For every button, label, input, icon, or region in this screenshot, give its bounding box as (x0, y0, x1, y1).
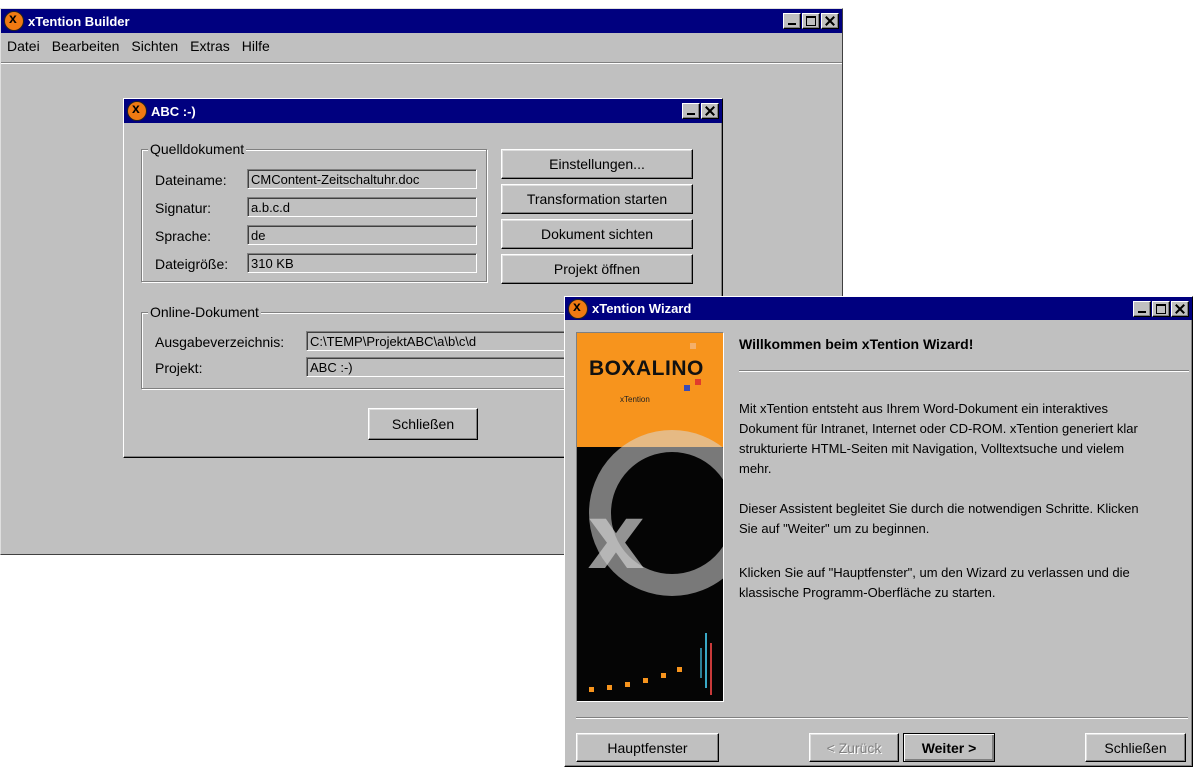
wizard-title: xTention Wizard (592, 301, 692, 316)
menu-extras[interactable]: Extras (184, 38, 236, 54)
main-window-button[interactable]: Hauptfenster (576, 733, 719, 762)
project-field[interactable]: ABC :-) (306, 357, 606, 377)
wizard-close-button[interactable]: Schließen (1085, 733, 1186, 762)
source-document-group: Quelldokument Dateiname: CMContent-Zeits… (141, 141, 487, 282)
settings-button[interactable]: Einstellungen... (501, 149, 693, 179)
abc-titlebar[interactable]: ABC :-) (124, 99, 722, 123)
svg-text:x: x (587, 485, 645, 590)
menu-bearbeiten[interactable]: Bearbeiten (46, 38, 126, 54)
filename-label: Dateiname: (155, 172, 227, 188)
source-group-label: Quelldokument (148, 141, 247, 157)
wizard-heading: Willkommen beim xTention Wizard! (739, 336, 974, 352)
minimize-icon[interactable] (682, 103, 700, 119)
xtention-logo-icon: x (587, 430, 723, 695)
maximize-icon[interactable] (802, 13, 820, 29)
xtention-app-icon (568, 298, 588, 319)
menubar: Datei Bearbeiten Sichten Extras Hilfe (1, 35, 276, 57)
filesize-field[interactable]: 310 KB (247, 253, 477, 273)
xtention-app-icon (127, 100, 147, 121)
language-field[interactable]: de (247, 225, 477, 245)
main-titlebar[interactable]: xTention Builder (1, 9, 842, 33)
heading-separator (739, 370, 1189, 372)
footer-separator (576, 717, 1188, 719)
back-button[interactable]: < Zurück (809, 733, 899, 762)
boxalino-banner: x BOXALINO xTention (576, 332, 724, 702)
output-dir-label: Ausgabeverzeichnis: (155, 334, 285, 350)
main-window-title: xTention Builder (28, 13, 130, 29)
start-transformation-button[interactable]: Transformation starten (501, 184, 693, 214)
view-document-button[interactable]: Dokument sichten (501, 219, 693, 249)
minimize-icon[interactable] (783, 13, 801, 29)
close-icon[interactable] (821, 13, 839, 29)
maximize-icon[interactable] (1152, 300, 1170, 317)
close-icon[interactable] (1171, 300, 1189, 317)
filesize-label: Dateigröße: (155, 256, 229, 272)
output-dir-field[interactable]: C:\TEMP\ProjektABC\a\b\c\d (306, 331, 606, 351)
next-button[interactable]: Weiter > (903, 733, 995, 762)
close-button[interactable]: Schließen (368, 408, 478, 440)
intro-paragraph: Mit xTention entsteht aus Ihrem Word-Dok… (739, 401, 1138, 476)
minimize-icon[interactable] (1133, 300, 1151, 317)
brand-sub: xTention (620, 395, 650, 404)
menu-datei[interactable]: Datei (1, 38, 46, 54)
menubar-separator (1, 62, 842, 64)
xtention-app-icon (4, 10, 24, 31)
online-group-label: Online-Dokument (148, 304, 261, 320)
assistant-paragraph: Dieser Assistent begleitet Sie durch die… (739, 501, 1139, 536)
wizard-titlebar[interactable]: xTention Wizard (565, 297, 1192, 320)
abc-dialog-title: ABC :-) (151, 103, 196, 119)
brand-square-red (695, 379, 701, 385)
brand-name: BOXALINO (589, 357, 704, 380)
wizard-window: xTention Wizard x BOXALINO xTention W (564, 296, 1193, 767)
signature-field[interactable]: a.b.c.d (247, 197, 477, 217)
close-icon[interactable] (701, 103, 719, 119)
menu-hilfe[interactable]: Hilfe (236, 38, 276, 54)
menu-sichten[interactable]: Sichten (125, 38, 184, 54)
brand-square-blue (684, 385, 690, 391)
filename-field[interactable]: CMContent-Zeitschaltuhr.doc (247, 169, 477, 189)
open-project-button[interactable]: Projekt öffnen (501, 254, 693, 284)
language-label: Sprache: (155, 228, 212, 244)
brand-square-orange (690, 343, 696, 349)
mainwindow-paragraph: Klicken Sie auf "Hauptfenster", um den W… (739, 565, 1130, 600)
signature-label: Signatur: (155, 200, 212, 216)
project-label: Projekt: (155, 360, 203, 376)
